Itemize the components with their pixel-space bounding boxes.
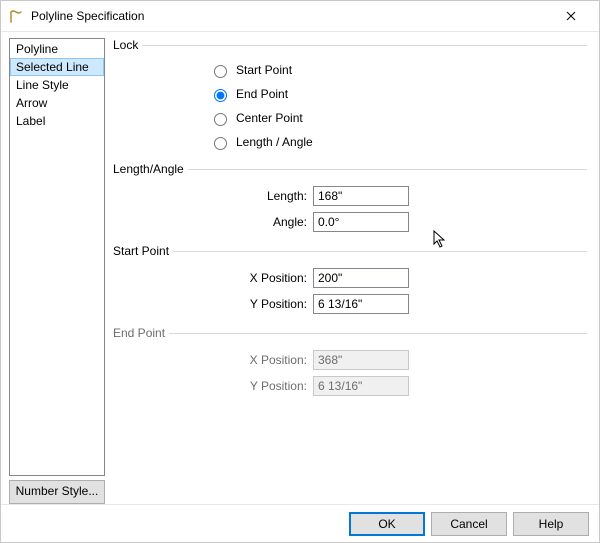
title-text: Polyline Specification xyxy=(31,9,551,23)
radio-label: Start Point xyxy=(236,63,292,77)
end-x-row: X Position: 368" xyxy=(113,350,587,370)
dialog-footer: OK Cancel Help xyxy=(1,504,599,542)
start-y-input[interactable]: 6 13/16" xyxy=(313,294,409,314)
sidebar-item-label[interactable]: Label xyxy=(10,112,104,130)
length-angle-legend: Length/Angle xyxy=(113,162,188,176)
ok-button[interactable]: OK xyxy=(349,512,425,536)
length-angle-group: Length/Angle Length: 168" Angle: 0.0° xyxy=(113,162,587,232)
radio-start-point[interactable] xyxy=(214,65,227,78)
main-panel: Lock Start Point End Point Center Point xyxy=(113,38,591,504)
radio-length-angle[interactable] xyxy=(214,137,227,150)
app-icon xyxy=(9,8,25,24)
category-list[interactable]: Polyline Selected Line Line Style Arrow … xyxy=(9,38,105,476)
dialog-window: Polyline Specification Polyline Selected… xyxy=(0,0,600,543)
start-point-group: Start Point X Position: 200" Y Position:… xyxy=(113,244,587,314)
radio-end-point[interactable] xyxy=(214,89,227,102)
help-button[interactable]: Help xyxy=(513,512,589,536)
sidebar-item-polyline[interactable]: Polyline xyxy=(10,40,104,58)
radio-label: Length / Angle xyxy=(236,135,313,149)
radio-center-point[interactable] xyxy=(214,113,227,126)
angle-input[interactable]: 0.0° xyxy=(313,212,409,232)
number-style-button[interactable]: Number Style... xyxy=(9,480,105,504)
lock-start-point[interactable]: Start Point xyxy=(209,62,587,78)
lock-end-point[interactable]: End Point xyxy=(209,86,587,102)
start-x-label: X Position: xyxy=(113,271,313,285)
close-button[interactable] xyxy=(551,2,591,30)
start-x-row: X Position: 200" xyxy=(113,268,587,288)
sidebar-item-arrow[interactable]: Arrow xyxy=(10,94,104,112)
start-point-legend: Start Point xyxy=(113,244,173,258)
lock-center-point[interactable]: Center Point xyxy=(209,110,587,126)
lock-options: Start Point End Point Center Point Lengt… xyxy=(209,62,587,150)
dialog-body: Polyline Selected Line Line Style Arrow … xyxy=(1,32,599,504)
end-x-label: X Position: xyxy=(113,353,313,367)
end-y-label: Y Position: xyxy=(113,379,313,393)
length-row: Length: 168" xyxy=(113,186,587,206)
end-point-legend: End Point xyxy=(113,326,169,340)
radio-label: End Point xyxy=(236,87,288,101)
start-y-label: Y Position: xyxy=(113,297,313,311)
angle-row: Angle: 0.0° xyxy=(113,212,587,232)
end-y-input: 6 13/16" xyxy=(313,376,409,396)
radio-label: Center Point xyxy=(236,111,303,125)
length-input[interactable]: 168" xyxy=(313,186,409,206)
end-point-group: End Point X Position: 368" Y Position: 6… xyxy=(113,326,587,396)
lock-legend: Lock xyxy=(113,38,142,52)
lock-length-angle[interactable]: Length / Angle xyxy=(209,134,587,150)
title-bar: Polyline Specification xyxy=(1,1,599,32)
end-y-row: Y Position: 6 13/16" xyxy=(113,376,587,396)
length-label: Length: xyxy=(113,189,313,203)
lock-group: Lock Start Point End Point Center Point xyxy=(113,38,587,150)
start-y-row: Y Position: 6 13/16" xyxy=(113,294,587,314)
end-x-input: 368" xyxy=(313,350,409,370)
sidebar-item-selected-line[interactable]: Selected Line xyxy=(10,58,104,76)
cancel-button[interactable]: Cancel xyxy=(431,512,507,536)
sidebar-item-line-style[interactable]: Line Style xyxy=(10,76,104,94)
start-x-input[interactable]: 200" xyxy=(313,268,409,288)
sidebar: Polyline Selected Line Line Style Arrow … xyxy=(9,38,105,504)
angle-label: Angle: xyxy=(113,215,313,229)
